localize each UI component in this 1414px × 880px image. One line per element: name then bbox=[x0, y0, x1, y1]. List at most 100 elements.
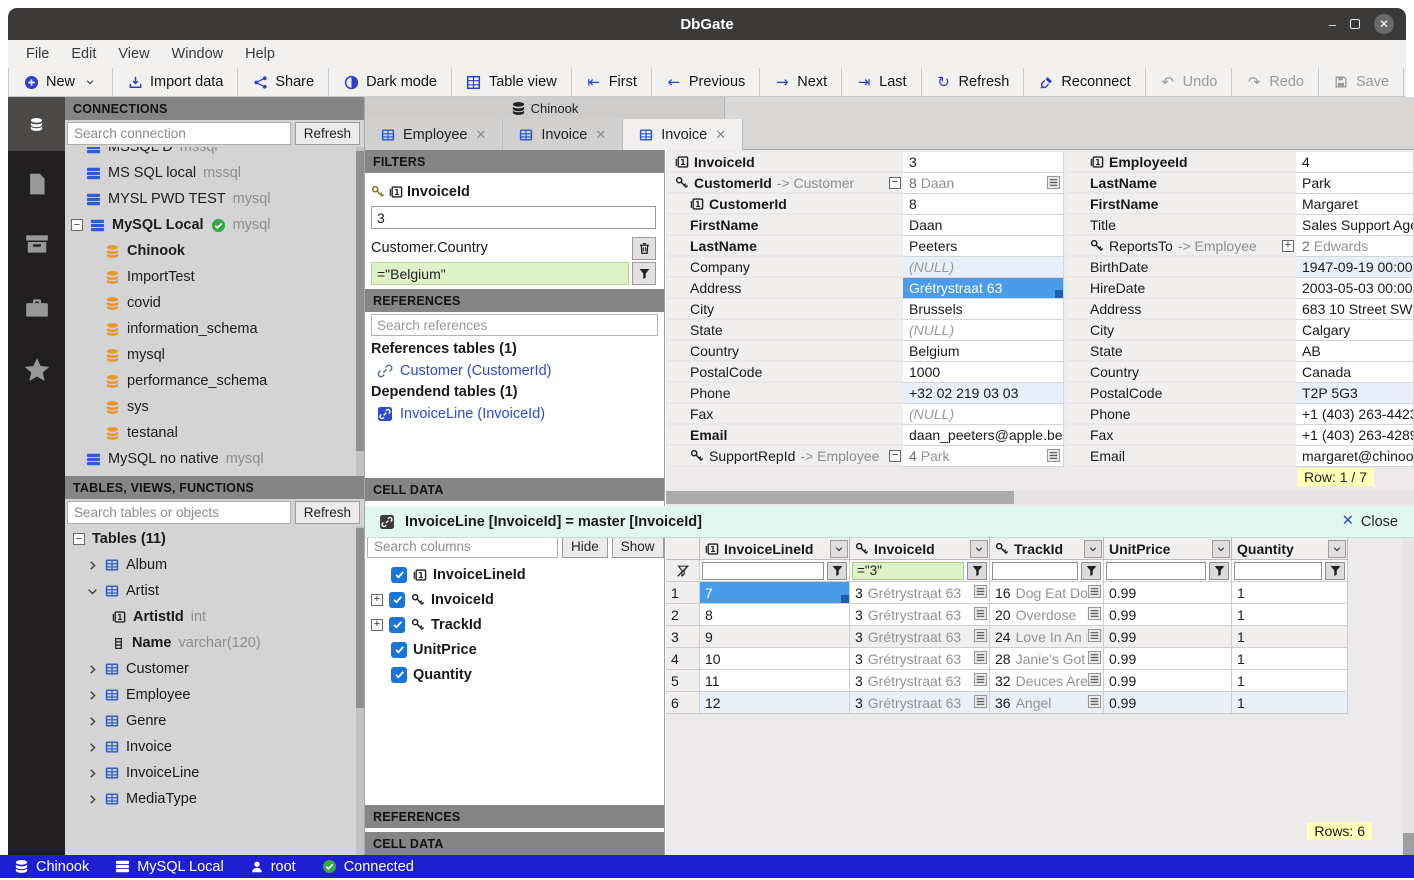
column-toggle-trackid[interactable]: +TrackId bbox=[365, 612, 664, 637]
database-item[interactable]: ImportTest bbox=[65, 264, 364, 290]
grid-cell[interactable]: 0.99 bbox=[1104, 582, 1232, 604]
grid-filter-input-invoicelineid[interactable] bbox=[702, 562, 824, 580]
cell-detail-icon[interactable] bbox=[973, 650, 988, 668]
rail-files[interactable] bbox=[8, 157, 65, 211]
form-value-state[interactable]: AB bbox=[1296, 341, 1414, 362]
grid-cell[interactable]: 7 bbox=[700, 582, 850, 604]
form-value-country[interactable]: Belgium bbox=[903, 341, 1064, 362]
toolbar-import-data-button[interactable]: Import data bbox=[113, 68, 238, 96]
column-toggle-quantity[interactable]: Quantity bbox=[365, 662, 664, 687]
grid-cell[interactable]: 0.99 bbox=[1104, 670, 1232, 692]
table-item-employee[interactable]: Employee bbox=[65, 682, 364, 708]
tab-close-icon[interactable]: ✕ bbox=[595, 127, 606, 143]
maximize-button[interactable] bbox=[1350, 19, 1360, 29]
cell-detail-icon[interactable] bbox=[1087, 672, 1102, 690]
grid-cell[interactable]: 36Angel bbox=[990, 692, 1104, 714]
form-value-state[interactable]: (NULL) bbox=[903, 320, 1064, 341]
column-item-name[interactable]: Namevarchar(120) bbox=[65, 630, 364, 656]
grid-cell[interactable]: 1 bbox=[1232, 582, 1348, 604]
column-menu-button[interactable] bbox=[1328, 540, 1346, 558]
database-item[interactable]: Chinook bbox=[65, 238, 364, 264]
checkbox-icon[interactable] bbox=[391, 667, 407, 683]
column-item-artistid[interactable]: 1ArtistIdint bbox=[65, 604, 364, 630]
toolbar-last-button[interactable]: ⇥Last bbox=[842, 68, 921, 96]
toolbar-first-button[interactable]: ⇤First bbox=[572, 68, 652, 96]
menu-help[interactable]: Help bbox=[235, 43, 285, 65]
connection-item[interactable]: MySQL no nativemysql bbox=[65, 446, 364, 472]
grid-column-invoiceid[interactable]: InvoiceId bbox=[850, 538, 990, 560]
table-item-genre[interactable]: Genre bbox=[65, 708, 364, 734]
expand-box-icon[interactable]: + bbox=[371, 594, 383, 606]
form-value-city[interactable]: Calgary bbox=[1296, 320, 1414, 341]
connection-item[interactable]: −MySQL Localmysql bbox=[65, 212, 364, 238]
toolbar-dark-mode-button[interactable]: Dark mode bbox=[329, 68, 452, 96]
column-toggle-invoicelineid[interactable]: 1InvoiceLineId bbox=[365, 562, 664, 587]
grid-cell[interactable]: 3Grétrystraat 63 bbox=[850, 604, 990, 626]
form-value-fax[interactable]: (NULL) bbox=[903, 404, 1064, 425]
connections-scrollbar[interactable] bbox=[356, 147, 364, 476]
tables-scrollbar[interactable] bbox=[356, 526, 364, 855]
search-columns-input[interactable] bbox=[367, 535, 558, 558]
grid-cell[interactable]: 3Grétrystraat 63 bbox=[850, 692, 990, 714]
connection-item[interactable]: MS SQL localmssql bbox=[65, 160, 364, 186]
database-item[interactable]: covid bbox=[65, 290, 364, 316]
grid-cell[interactable]: 32Deuces Are W bbox=[990, 670, 1104, 692]
column-menu-button[interactable] bbox=[1212, 540, 1230, 558]
toolbar-next-button[interactable]: →Next bbox=[760, 68, 842, 96]
grid-filter-input-quantity[interactable] bbox=[1234, 562, 1322, 580]
form-value-phone[interactable]: +1 (403) 263-4423 bbox=[1296, 404, 1414, 425]
form-value-address[interactable]: Grétrystraat 63 bbox=[903, 278, 1064, 299]
grid-cell[interactable]: 3Grétrystraat 63 bbox=[850, 648, 990, 670]
search-tables-input[interactable] bbox=[67, 501, 291, 524]
form-value-supportrepid[interactable]: 4 Park bbox=[903, 446, 1064, 467]
expand-box-icon[interactable]: + bbox=[371, 619, 383, 631]
tab-close-icon[interactable]: ✕ bbox=[475, 127, 486, 143]
rail-favorites[interactable] bbox=[8, 343, 65, 397]
close-button[interactable]: ✕ bbox=[1374, 14, 1394, 34]
cell-detail-icon[interactable] bbox=[973, 672, 988, 690]
grid-cell[interactable]: 3Grétrystraat 63 bbox=[850, 582, 990, 604]
column-toggle-unitprice[interactable]: UnitPrice bbox=[365, 637, 664, 662]
cell-detail-icon[interactable] bbox=[973, 628, 988, 646]
form-value-city[interactable]: Brussels bbox=[903, 299, 1064, 320]
menu-view[interactable]: View bbox=[108, 43, 159, 65]
grid-filter-input-unitprice[interactable] bbox=[1106, 562, 1206, 580]
toolbar-redo-button[interactable]: ↷Redo bbox=[1232, 68, 1319, 96]
grid-cell[interactable]: 20Overdose bbox=[990, 604, 1104, 626]
grid-column-unitprice[interactable]: UnitPrice bbox=[1104, 538, 1232, 560]
filter-menu-button[interactable] bbox=[632, 262, 656, 285]
filter-value-input[interactable] bbox=[371, 206, 656, 229]
form-value-customerid[interactable]: 8 bbox=[903, 194, 1064, 215]
grid-cell[interactable]: 0.99 bbox=[1104, 692, 1232, 714]
database-item[interactable]: testanal bbox=[65, 420, 364, 446]
connection-item[interactable]: MYSL PWD TESTmysql bbox=[65, 186, 364, 212]
cell-detail-icon[interactable] bbox=[1087, 694, 1102, 712]
database-item[interactable]: performance_schema bbox=[65, 368, 364, 394]
grid-cell[interactable]: 3Grétrystraat 63 bbox=[850, 626, 990, 648]
connection-item[interactable]: Postgre Localpostgres bbox=[65, 472, 364, 476]
column-menu-button[interactable] bbox=[970, 540, 988, 558]
checkbox-icon[interactable] bbox=[389, 592, 405, 608]
grid-cell[interactable]: 1 bbox=[1232, 604, 1348, 626]
cell-detail-icon[interactable] bbox=[1046, 175, 1061, 193]
form-value-hiredate[interactable]: 2003-05-03 00:00: bbox=[1296, 278, 1414, 299]
minimize-button[interactable]: – bbox=[1329, 17, 1336, 32]
menu-edit[interactable]: Edit bbox=[61, 43, 106, 65]
tables-refresh-button[interactable]: Refresh bbox=[295, 501, 360, 524]
collapse-box-icon[interactable]: − bbox=[889, 450, 901, 462]
cell-detail-icon[interactable] bbox=[1087, 606, 1102, 624]
form-value-birthdate[interactable]: 1947-09-19 00:00: bbox=[1296, 257, 1414, 278]
tab-employee-0[interactable]: Employee✕ bbox=[365, 119, 503, 150]
table-item-artist[interactable]: Artist bbox=[65, 578, 364, 604]
grid-cell[interactable]: 0.99 bbox=[1104, 604, 1232, 626]
grid-filter-button[interactable] bbox=[1081, 562, 1101, 580]
toolbar-refresh-button[interactable]: ↻Refresh bbox=[922, 68, 1025, 96]
database-item[interactable]: mysql bbox=[65, 342, 364, 368]
form-value-employeeid[interactable]: 4 bbox=[1296, 152, 1414, 173]
grid-cell[interactable]: 1 bbox=[1232, 692, 1348, 714]
toolbar-undo-button[interactable]: ↶Undo bbox=[1146, 68, 1233, 96]
grid-cell[interactable]: 8 bbox=[700, 604, 850, 626]
table-item-customer[interactable]: Customer bbox=[65, 656, 364, 682]
form-value-lastname[interactable]: Peeters bbox=[903, 236, 1064, 257]
form-value-email[interactable]: margaret@chinoo bbox=[1296, 446, 1414, 467]
